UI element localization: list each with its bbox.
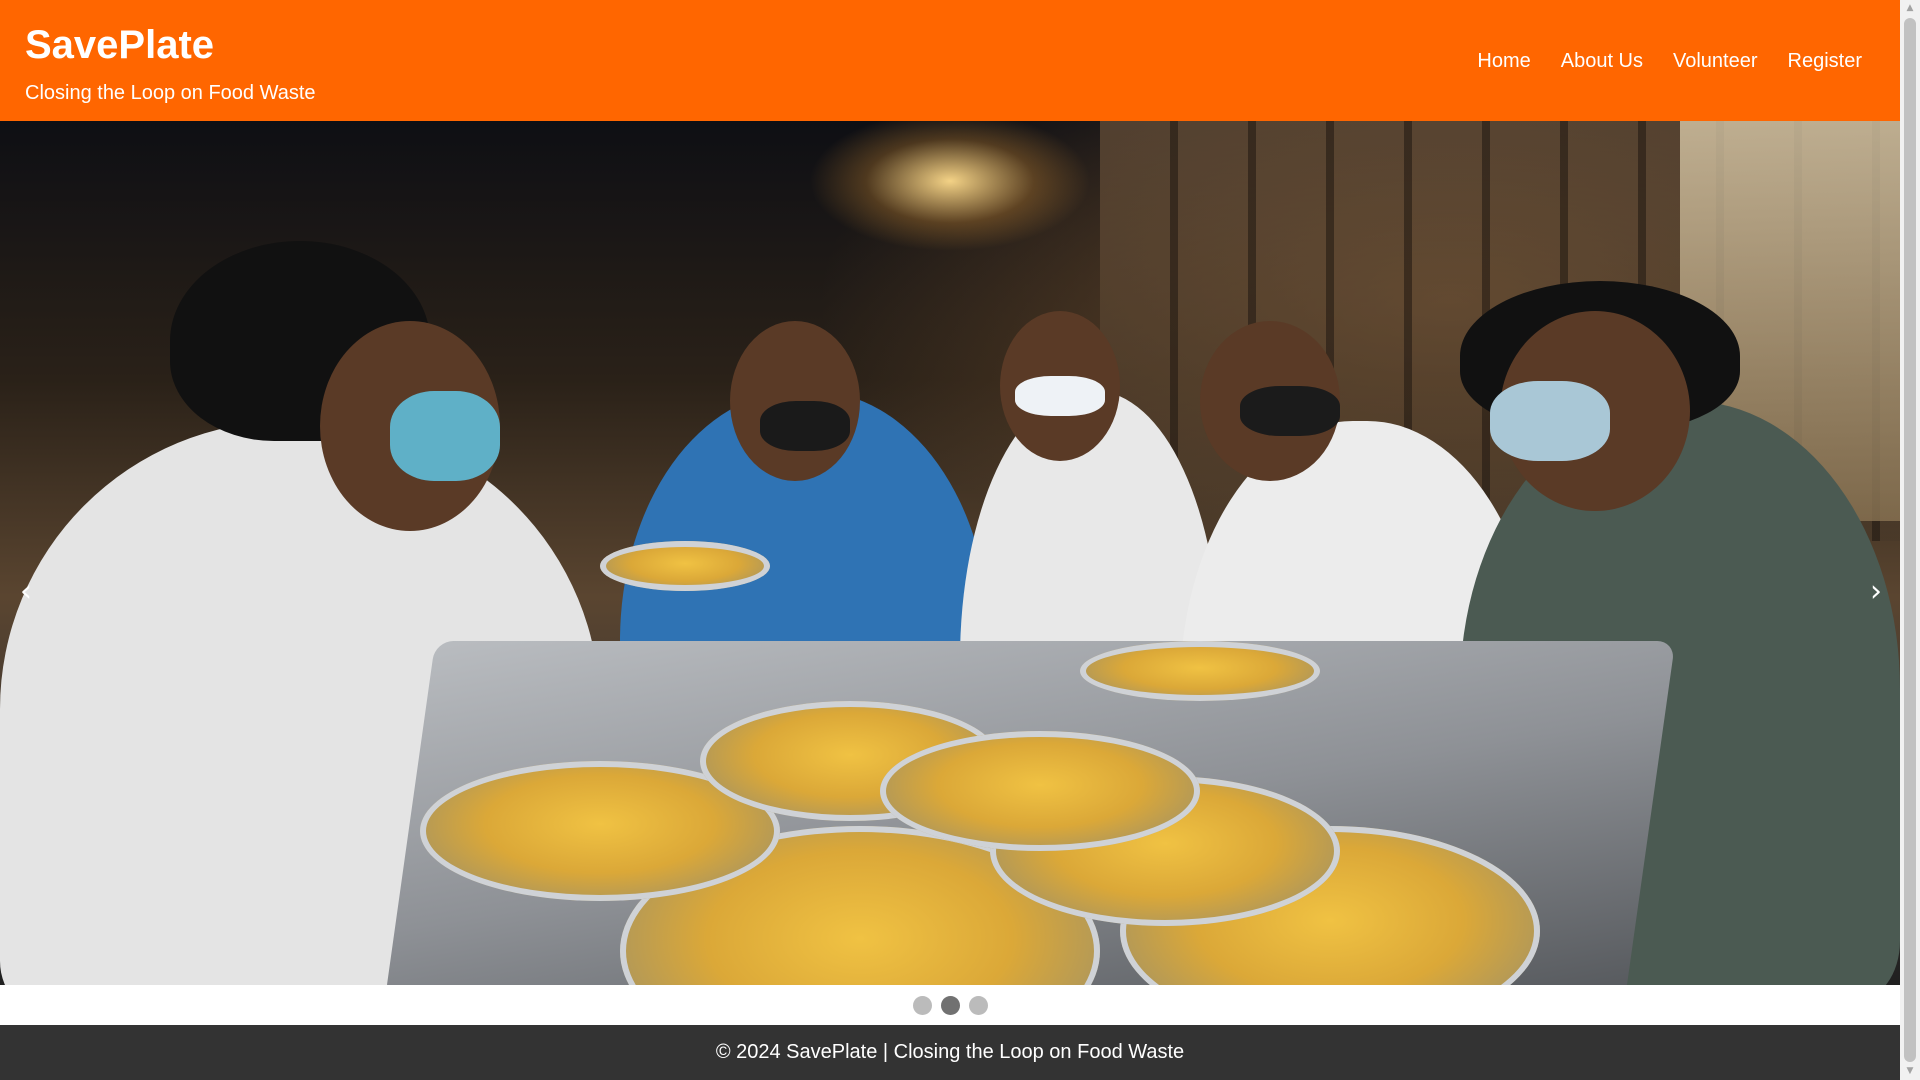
main-nav: Home About Us Volunteer Register [1447, 49, 1862, 73]
scroll-up-arrow-icon[interactable]: ▲ [1900, 0, 1920, 17]
food-plate [1080, 641, 1320, 701]
site-header: SavePlate Closing the Loop on Food Waste… [0, 0, 1900, 121]
face-mask [1490, 381, 1610, 461]
face-mask [1015, 376, 1105, 416]
carousel-indicators [0, 985, 1900, 1025]
site-footer: © 2024 SavePlate | Closing the Loop on F… [0, 1025, 1900, 1080]
food-plate [600, 541, 770, 591]
nav-volunteer[interactable]: Volunteer [1673, 49, 1758, 73]
carousel-dot-1[interactable] [912, 995, 932, 1015]
footer-text: © 2024 SavePlate | Closing the Loop on F… [715, 1041, 1185, 1063]
nav-about-us[interactable]: About Us [1561, 49, 1643, 73]
face-mask [390, 391, 500, 481]
nav-home[interactable]: Home [1477, 49, 1530, 73]
carousel-next-button[interactable]: › [1862, 572, 1890, 612]
site-title: SavePlate [25, 23, 215, 67]
scroll-down-arrow-icon[interactable]: ▼ [1900, 1063, 1920, 1080]
carousel-dot-2[interactable] [940, 995, 960, 1015]
image-carousel: ‹ › [0, 121, 1900, 985]
face-mask [760, 401, 850, 451]
vertical-scrollbar[interactable]: ▲ ▼ [1900, 0, 1920, 1080]
food-pan [880, 731, 1200, 851]
carousel-slide-image [0, 121, 1900, 985]
scrollbar-thumb[interactable] [1904, 18, 1916, 1062]
carousel-prev-button[interactable]: ‹ [12, 572, 40, 612]
nav-register[interactable]: Register [1788, 49, 1862, 73]
carousel-dot-3[interactable] [968, 995, 988, 1015]
face-mask [1240, 386, 1340, 436]
page: SavePlate Closing the Loop on Food Waste… [0, 0, 1900, 1080]
site-tagline: Closing the Loop on Food Waste [25, 82, 316, 104]
